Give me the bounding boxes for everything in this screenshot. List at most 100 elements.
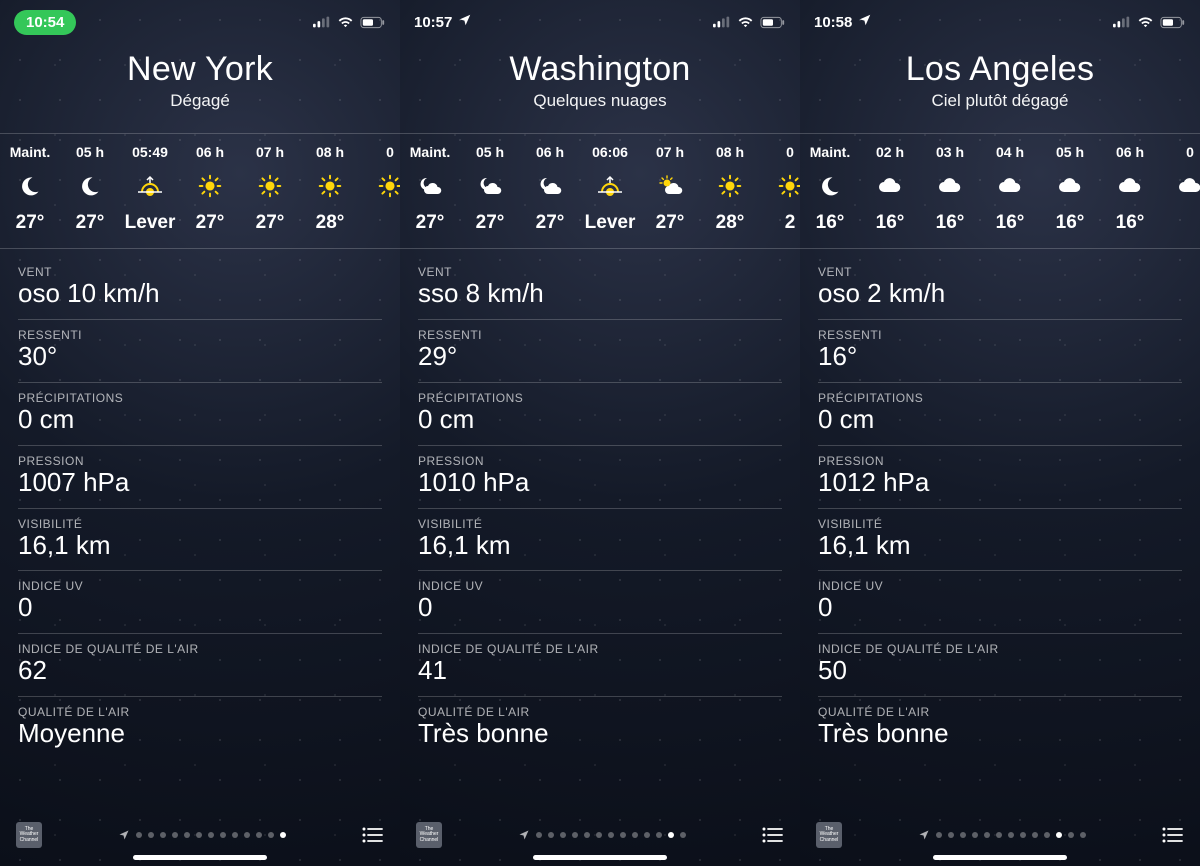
signal-icon: [713, 16, 731, 28]
city-header: New YorkDégagé: [0, 50, 400, 111]
hour-temp: 27°: [476, 212, 505, 234]
detail-label: QUALITÉ DE L'AIR: [818, 705, 1182, 719]
page-dot: [536, 832, 542, 838]
battery-icon: [760, 16, 786, 29]
hourly-forecast[interactable]: Maint.27°05 h27°06 h27°06:06Lever07 h27°…: [400, 133, 800, 249]
page-dot: [256, 832, 262, 838]
detail-visib: VISIBILITÉ16,1 km: [818, 509, 1182, 572]
page-dot: [572, 832, 578, 838]
page-dot: [208, 832, 214, 838]
weather-channel-logo[interactable]: The Weather Channel: [416, 822, 442, 848]
hourly-forecast[interactable]: Maint.16°02 h16°03 h16°04 h16°05 h16°06 …: [800, 133, 1200, 249]
page-dot: [960, 832, 966, 838]
page-dot: [632, 832, 638, 838]
page-dots: [118, 829, 286, 841]
signal-icon: [1113, 16, 1131, 28]
cloud-icon: [1116, 172, 1144, 200]
hour-label: Maint.: [410, 144, 450, 160]
detail-value: 0 cm: [418, 405, 782, 435]
page-dot: [196, 832, 202, 838]
hour-label: 08 h: [316, 144, 344, 160]
weather-channel-logo[interactable]: The Weather Channel: [16, 822, 42, 848]
partly-night-icon: [476, 172, 504, 200]
page-dot: [172, 832, 178, 838]
weather-screen[interactable]: 10:54New YorkDégagéMaint.27°05 h27°05:49…: [0, 0, 400, 866]
detail-visib: VISIBILITÉ16,1 km: [418, 509, 782, 572]
page-dot: [184, 832, 190, 838]
detail-value: 1007 hPa: [18, 468, 382, 498]
status-icons: [1113, 16, 1186, 29]
detail-value: 16°: [818, 342, 1182, 372]
detail-label: PRÉCIPITATIONS: [818, 391, 1182, 405]
home-indicator[interactable]: [133, 855, 267, 860]
wifi-icon: [1137, 16, 1154, 28]
status-bar: 10:57: [400, 0, 800, 44]
detail-label: RESSENTI: [18, 328, 382, 342]
city-list-button[interactable]: [1162, 826, 1184, 844]
hour-label: 04 h: [996, 144, 1024, 160]
page-dot: [220, 832, 226, 838]
hour-temp: 27°: [196, 212, 225, 234]
hour-cell: 02 h16°: [860, 144, 920, 234]
page-dot: [548, 832, 554, 838]
detail-uv: INDICE UV0: [418, 571, 782, 634]
city-header: Los AngelesCiel plutôt dégagé: [800, 50, 1200, 111]
signal-icon: [313, 16, 331, 28]
time-pill: 10:54: [14, 10, 76, 35]
home-indicator[interactable]: [933, 855, 1067, 860]
hour-temp: 16°: [816, 212, 845, 234]
weather-channel-logo[interactable]: The Weather Channel: [816, 822, 842, 848]
hour-label: 0: [1186, 144, 1194, 160]
detail-uv: INDICE UV0: [18, 571, 382, 634]
page-dot: [148, 832, 154, 838]
detail-visib: VISIBILITÉ16,1 km: [18, 509, 382, 572]
detail-value: 1010 hPa: [418, 468, 782, 498]
detail-ressenti: RESSENTI29°: [418, 320, 782, 383]
details-list[interactable]: VENTsso 8 km/hRESSENTI29°PRÉCIPITATIONS0…: [400, 257, 800, 759]
weather-screen[interactable]: 10:58Los AngelesCiel plutôt dégagéMaint.…: [800, 0, 1200, 866]
hour-label: Maint.: [10, 144, 50, 160]
page-dot: [608, 832, 614, 838]
detail-uv: INDICE UV0: [818, 571, 1182, 634]
hour-label: 06 h: [536, 144, 564, 160]
detail-label: INDICE DE QUALITÉ DE L'AIR: [418, 642, 782, 656]
detail-aqi: INDICE DE QUALITÉ DE L'AIR41: [418, 634, 782, 697]
cloud-icon: [1056, 172, 1084, 200]
hourly-forecast[interactable]: Maint.27°05 h27°05:49Lever06 h27°07 h27°…: [0, 133, 400, 249]
detail-value: 29°: [418, 342, 782, 372]
page-dot: [996, 832, 1002, 838]
detail-label: QUALITÉ DE L'AIR: [418, 705, 782, 719]
hour-cell: Maint. 16°: [800, 144, 860, 234]
hour-label: Maint.: [810, 144, 850, 160]
condition-text: Dégagé: [0, 91, 400, 111]
hour-temp: 27°: [76, 212, 105, 234]
detail-value: 50: [818, 656, 1182, 686]
hour-label: 07 h: [656, 144, 684, 160]
detail-value: oso 10 km/h: [18, 279, 382, 309]
hour-cell: 06 h27°: [180, 144, 240, 234]
page-dot: [1056, 832, 1062, 838]
city-list-button[interactable]: [362, 826, 384, 844]
detail-label: INDICE UV: [818, 579, 1182, 593]
page-dots: [518, 829, 686, 841]
page-dot: [596, 832, 602, 838]
detail-value: 16,1 km: [18, 531, 382, 561]
sun-icon: [317, 172, 343, 200]
home-indicator[interactable]: [533, 855, 667, 860]
city-list-button[interactable]: [762, 826, 784, 844]
page-dot: [244, 832, 250, 838]
hour-label: 06:06: [592, 144, 628, 160]
hour-cell: 05 h27°: [460, 144, 520, 234]
detail-value: oso 2 km/h: [818, 279, 1182, 309]
status-bar: 10:54: [0, 0, 400, 44]
page-dot: [644, 832, 650, 838]
details-list[interactable]: VENToso 2 km/hRESSENTI16°PRÉCIPITATIONS0…: [800, 257, 1200, 759]
moon-icon: [818, 172, 842, 200]
detail-value: sso 8 km/h: [418, 279, 782, 309]
weather-screen[interactable]: 10:57WashingtonQuelques nuagesMaint.27°0…: [400, 0, 800, 866]
details-list[interactable]: VENToso 10 km/hRESSENTI30°PRÉCIPITATIONS…: [0, 257, 400, 759]
detail-value: Moyenne: [18, 719, 382, 749]
detail-value: 0: [418, 593, 782, 623]
detail-vent: VENToso 10 km/h: [18, 257, 382, 320]
hour-label: 06 h: [1116, 144, 1144, 160]
